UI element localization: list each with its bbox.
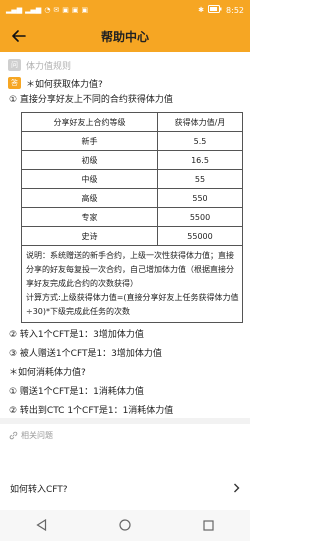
consume-method-2: ② 转出到CTC 1个CFT是1：1消耗体力值 — [9, 406, 174, 416]
chevron-right-icon — [234, 483, 240, 493]
obtain-method-2: ② 转入1个CFT是1：3增加体力值 — [9, 330, 144, 340]
obtain-method-3: ③ 被人赠送1个CFT是1：3增加体力值 — [9, 349, 162, 359]
consume-heading: ＊如何消耗体力值? — [9, 368, 86, 378]
level-table: 分享好友上合约等级 获得体力值/月 新手 5.5 初级 16.5 中级 55 高级 55… — [21, 112, 243, 246]
battery-icon — [208, 5, 222, 15]
obtain-method-1: ① 直接分享好友上不同的合约获得体力值 — [9, 95, 173, 105]
related-title: 相关问题 — [21, 431, 53, 440]
question-row: 问 体力值规则 — [0, 56, 250, 74]
app-icon: ▣ — [62, 6, 69, 14]
table-row: 史诗 55000 — [21, 226, 243, 246]
circle-home-icon — [119, 519, 131, 531]
system-nav-bar — [0, 510, 250, 541]
level-cell: 专家 — [21, 207, 158, 227]
status-time: 8:52 — [226, 5, 244, 15]
app-icon: ▣ — [81, 6, 89, 14]
answer-row: 答 ＊如何获取体力值? — [0, 74, 250, 92]
page-title: 帮助中心 — [100, 29, 149, 44]
table-row: 中级 55 — [21, 169, 243, 189]
status-bar: ▂▄▆ ▂▄▆ ◔ ✉ ▣ ▣ ▣ ✱ 8:52 — [0, 0, 250, 20]
rule-note: 说明：系统赠送的新手合约，上级一次性获得体力值；直接分享的好友每复投一次合约，自… — [21, 246, 243, 323]
level-cell: 新手 — [21, 131, 158, 151]
stamina-cell: 55 — [157, 169, 243, 189]
table-row: 高级 550 — [21, 188, 243, 208]
status-icons-left: ▂▄▆ ▂▄▆ ◔ ✉ ▣ ▣ ▣ — [6, 6, 88, 14]
level-cell: 中级 — [21, 169, 158, 189]
question-badge: 问 — [8, 59, 21, 71]
app-header: 帮助中心 — [0, 20, 250, 52]
nav-home-button[interactable] — [119, 516, 131, 535]
answer-badge: 答 — [8, 77, 21, 89]
table-row: 专家 5500 — [21, 207, 243, 227]
note-explanation: 说明：系统赠送的新手合约，上级一次性获得体力值；直接分享的好友每复投一次合约，自… — [26, 251, 234, 288]
related-question-item[interactable]: 如何转入CFT? — [0, 476, 250, 500]
square-recents-icon — [203, 520, 214, 531]
signal-icon: ▂▄▆ — [25, 6, 42, 14]
bluetooth-icon: ✱ — [198, 6, 205, 14]
triangle-back-icon — [36, 518, 47, 532]
table-header-level: 分享好友上合约等级 — [21, 112, 158, 132]
message-icon: ✉ — [53, 6, 60, 14]
related-header: 相关问题 — [9, 430, 53, 441]
arrow-left-icon — [12, 30, 26, 42]
table-header-stamina: 获得体力值/月 — [157, 112, 243, 132]
app-icon: ▣ — [71, 6, 79, 14]
level-cell: 初级 — [21, 150, 158, 170]
signal-icon: ▂▄▆ — [6, 6, 23, 14]
consume-method-1: ① 赠送1个CFT是1：1消耗体力值 — [9, 387, 144, 397]
note-formula: 计算方式:上级获得体力值=(直接分享好友上任务获得体力值÷30)*下级完成此任务… — [26, 293, 239, 316]
link-icon — [9, 431, 18, 440]
level-cell: 高级 — [21, 188, 158, 208]
stamina-cell: 5500 — [157, 207, 243, 227]
nav-recents-button[interactable] — [203, 516, 214, 535]
table-header-row: 分享好友上合约等级 获得体力值/月 — [21, 112, 243, 132]
stamina-cell: 550 — [157, 188, 243, 208]
question-text: 体力值规则 — [26, 61, 72, 72]
stamina-cell: 16.5 — [157, 150, 243, 170]
answer-heading: ＊如何获取体力值? — [26, 79, 103, 90]
table-row: 新手 5.5 — [21, 131, 243, 151]
back-button[interactable] — [8, 25, 30, 47]
stamina-cell: 5.5 — [157, 131, 243, 151]
level-cell: 史诗 — [21, 226, 158, 246]
stamina-cell: 55000 — [157, 226, 243, 246]
wifi-icon: ◔ — [44, 6, 51, 14]
table-row: 初级 16.5 — [21, 150, 243, 170]
nav-back-button[interactable] — [36, 516, 47, 535]
section-divider — [0, 418, 250, 424]
status-icons-right: ✱ 8:52 — [198, 5, 244, 15]
related-question-label: 如何转入CFT? — [10, 484, 68, 495]
